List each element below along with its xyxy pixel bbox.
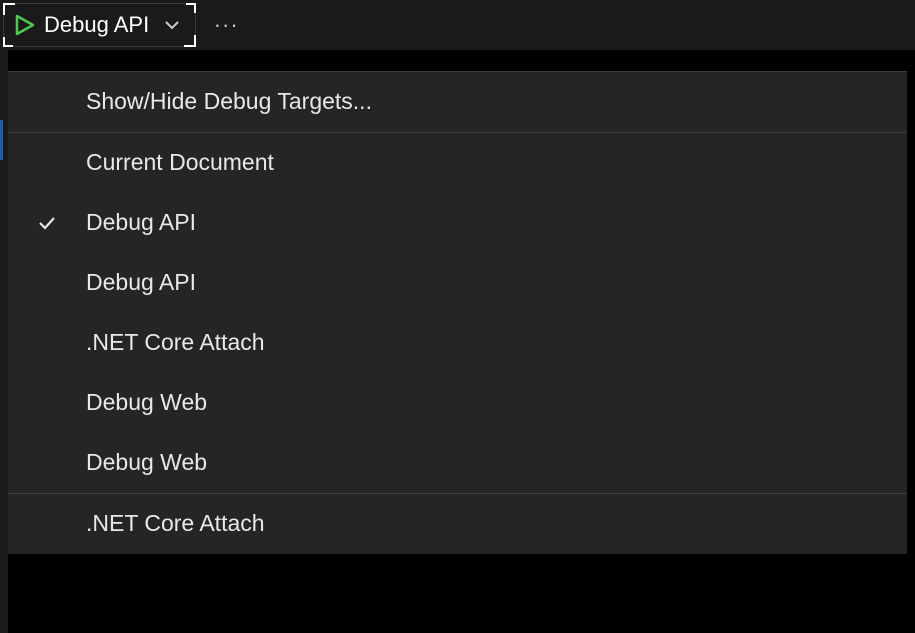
debug-targets-dropdown: Show/Hide Debug Targets... Current Docum…: [8, 71, 907, 554]
menu-item-label: Debug Web: [86, 389, 207, 416]
menu-item-label: .NET Core Attach: [86, 510, 265, 537]
menu-item-target[interactable]: Debug Web: [8, 433, 907, 493]
menu-check-col: [8, 213, 86, 233]
more-options-button[interactable]: ···: [199, 3, 253, 47]
menu-item-target[interactable]: Current Document: [8, 133, 907, 193]
menu-item-label: Show/Hide Debug Targets...: [86, 88, 372, 115]
menu-item-target[interactable]: .NET Core Attach: [8, 494, 907, 554]
menu-item-label: Debug API: [86, 269, 196, 296]
chevron-down-icon: [163, 16, 181, 34]
menu-item-label: Debug API: [86, 209, 196, 236]
active-indicator: [0, 120, 3, 160]
menu-item-label: Debug Web: [86, 449, 207, 476]
menu-item-label: .NET Core Attach: [86, 329, 265, 356]
play-icon: [14, 14, 36, 36]
menu-item-target[interactable]: Debug API: [8, 253, 907, 313]
debug-start-button[interactable]: Debug API: [3, 3, 196, 47]
debug-target-label: Debug API: [44, 12, 149, 38]
toolbar: Debug API ···: [0, 0, 915, 50]
menu-item-target[interactable]: Debug API: [8, 193, 907, 253]
menu-item-target[interactable]: Debug Web: [8, 373, 907, 433]
menu-item-label: Current Document: [86, 149, 274, 176]
dots-icon: ···: [214, 12, 239, 38]
menu-item-show-hide[interactable]: Show/Hide Debug Targets...: [8, 72, 907, 132]
menu-item-target[interactable]: .NET Core Attach: [8, 313, 907, 373]
